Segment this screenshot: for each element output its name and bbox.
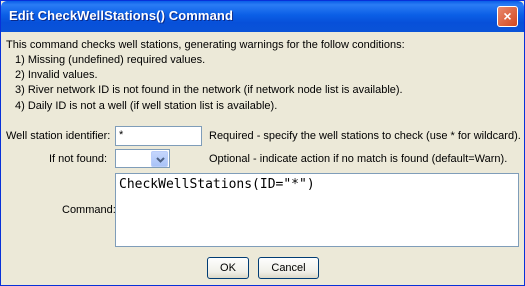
title-bar[interactable]: Edit CheckWellStations() Command × bbox=[1, 1, 524, 32]
dialog-content: This command checks well stations, gener… bbox=[4, 32, 521, 283]
well-station-value: * bbox=[119, 129, 124, 141]
window-title: Edit CheckWellStations() Command bbox=[9, 8, 233, 23]
close-icon: × bbox=[503, 8, 512, 24]
ok-button[interactable]: OK bbox=[207, 257, 249, 279]
well-station-label: Well station identifier: bbox=[6, 130, 111, 142]
well-station-input[interactable]: * bbox=[115, 126, 202, 146]
well-station-help: Required - specify the well stations to … bbox=[209, 130, 521, 142]
command-text: CheckWellStations(ID="*") bbox=[119, 177, 315, 192]
if-not-found-label: If not found: bbox=[49, 153, 108, 165]
description-item-4: 4) Daily ID is not a well (if well stati… bbox=[15, 100, 278, 112]
dialog-window: Edit CheckWellStations() Command × This … bbox=[0, 0, 525, 286]
chevron-down-icon bbox=[156, 157, 165, 163]
description-item-1: 1) Missing (undefined) required values. bbox=[15, 54, 206, 66]
command-label: Command: bbox=[62, 204, 116, 216]
description-intro: This command checks well stations, gener… bbox=[6, 39, 405, 51]
if-not-found-help: Optional - indicate action if no match i… bbox=[209, 153, 508, 165]
description-item-3: 3) River network ID is not found in the … bbox=[15, 84, 403, 96]
cancel-button[interactable]: Cancel bbox=[258, 257, 319, 279]
close-button[interactable]: × bbox=[497, 6, 518, 27]
command-textarea[interactable]: CheckWellStations(ID="*") bbox=[115, 173, 519, 247]
dropdown-button[interactable] bbox=[151, 151, 168, 167]
if-not-found-select[interactable] bbox=[115, 149, 170, 168]
description-item-2: 2) Invalid values. bbox=[15, 69, 98, 81]
